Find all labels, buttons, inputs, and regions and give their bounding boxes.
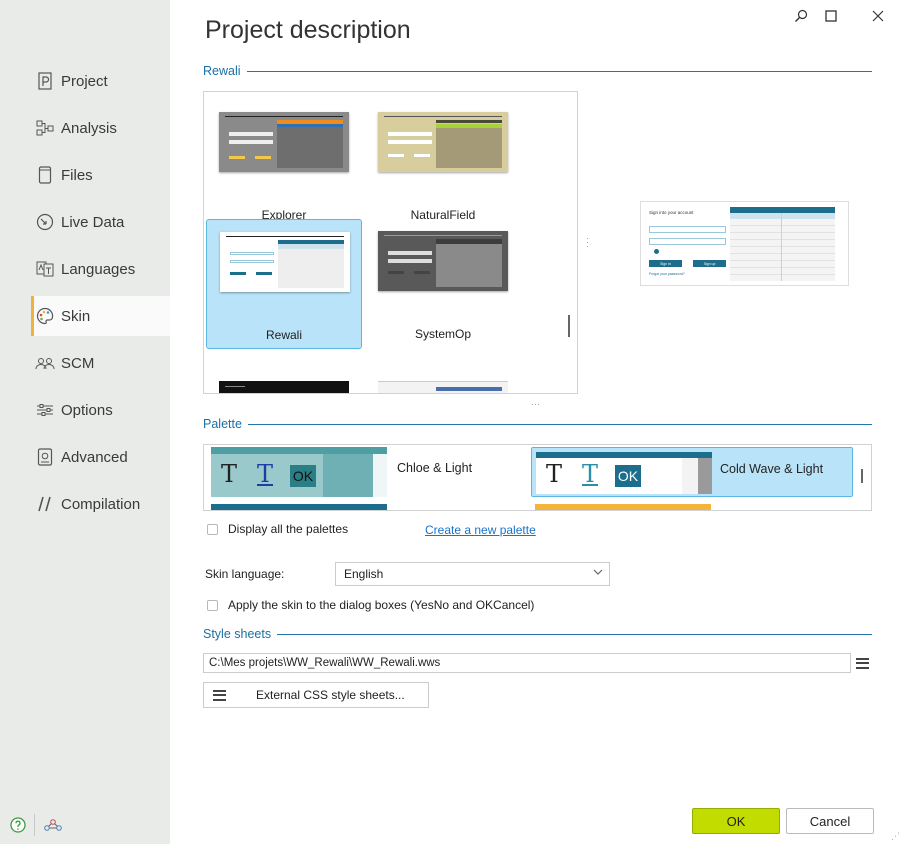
skin-list-scrollbar[interactable]: [568, 315, 570, 337]
sidebar-item-languages[interactable]: Languages: [34, 249, 170, 289]
palette-item-cold-wave-light[interactable]: T T OK Cold Wave & Light: [531, 447, 853, 497]
sidebar-item-compilation[interactable]: Compilation: [34, 484, 170, 524]
checkbox-box[interactable]: [207, 599, 218, 611]
sidebar-item-label: Options: [61, 401, 113, 419]
live-data-icon: [34, 213, 56, 231]
sidebar-item-files[interactable]: Files: [34, 155, 170, 195]
network-icon[interactable]: [44, 816, 62, 834]
palette-item-chloe-light[interactable]: T T OK Chloe & Light: [211, 447, 529, 497]
footer-divider: [34, 814, 35, 836]
checkbox-label: Apply the skin to the dialog boxes (YesN…: [228, 598, 535, 612]
splitter-grip[interactable]: · · ·: [586, 234, 589, 251]
sidebar-item-project[interactable]: Project: [34, 61, 170, 101]
options-icon: [34, 403, 56, 417]
skin-item-rewali[interactable]: Rewali: [206, 219, 362, 349]
skin-section-header: Rewali: [203, 63, 872, 79]
skin-list[interactable]: Explorer NaturalField Rewali SystemOp: [203, 91, 578, 394]
skin-item-naturalfield[interactable]: NaturalField: [365, 100, 521, 230]
skin-item-systemop[interactable]: SystemOp: [365, 219, 521, 349]
files-icon: [34, 166, 56, 184]
close-icon[interactable]: [868, 6, 888, 26]
preview-title: Sign into your account: [649, 210, 694, 215]
languages-icon: [34, 261, 56, 277]
maximize-icon[interactable]: [821, 6, 841, 26]
palette-section-header: Palette: [203, 416, 872, 432]
sidebar-item-label: Files: [61, 166, 93, 184]
sidebar-item-label: Project: [61, 72, 108, 90]
skin-palette-icon: [34, 307, 56, 325]
skin-item-explorer[interactable]: Explorer: [206, 100, 362, 230]
sidebar-item-label: Compilation: [61, 495, 141, 513]
palette-swatch: T T OK: [536, 452, 712, 494]
sidebar-item-label: Advanced: [61, 448, 128, 466]
checkbox-box[interactable]: [207, 523, 218, 535]
help-icon[interactable]: [9, 816, 27, 834]
skin-thumbnail: [378, 112, 508, 172]
palette-name: Cold Wave & Light: [720, 462, 824, 476]
preview-forgot-link: Forgot your password?: [649, 272, 685, 276]
ok-button[interactable]: OK: [692, 808, 780, 834]
skin-language-select[interactable]: English: [335, 562, 610, 586]
skin-thumbnail: [378, 231, 508, 291]
sidebar-item-label: SCM: [61, 354, 95, 372]
palette-list[interactable]: T T OK Chloe & Light T T OK Cold Wave & …: [203, 444, 872, 511]
sidebar-item-skin[interactable]: Skin: [31, 296, 170, 336]
project-description-dialog: Project Analysis Files Live Data Languag…: [0, 0, 902, 844]
sidebar-item-scm[interactable]: SCM: [34, 343, 170, 383]
style-sheet-path-field[interactable]: C:\Mes projets\WW_Rewali\WW_Rewali.wws: [203, 653, 851, 673]
create-palette-link[interactable]: Create a new palette: [425, 523, 536, 537]
page-title: Project description: [205, 16, 411, 44]
external-css-label: External CSS style sheets...: [256, 688, 405, 702]
palette-swatch-partial[interactable]: [535, 504, 711, 510]
skin-thumbnail-partial[interactable]: [378, 381, 508, 393]
menu-icon: [204, 689, 234, 701]
compilation-icon: [34, 495, 56, 513]
sidebar-item-advanced[interactable]: Advanced: [34, 437, 170, 477]
palette-name: Chloe & Light: [397, 461, 473, 475]
skin-section-title: Rewali: [203, 64, 241, 78]
external-css-button[interactable]: External CSS style sheets...: [203, 682, 429, 708]
sidebar-item-live-data[interactable]: Live Data: [34, 202, 170, 242]
analysis-icon: [34, 120, 56, 136]
style-sheets-section-header: Style sheets: [203, 626, 872, 642]
palette-scrollbar[interactable]: [861, 469, 863, 483]
skin-language-label: Skin language:: [205, 567, 285, 581]
sidebar-item-label: Languages: [61, 260, 136, 278]
cancel-button[interactable]: Cancel: [786, 808, 874, 834]
sidebar-item-analysis[interactable]: Analysis: [34, 108, 170, 148]
chevron-down-icon: [593, 567, 603, 580]
style-sheets-section-title: Style sheets: [203, 627, 272, 641]
project-icon: [34, 72, 56, 90]
skin-thumbnail-partial[interactable]: [219, 381, 349, 393]
skin-name: SystemOp: [414, 327, 471, 341]
sidebar: Project Analysis Files Live Data Languag…: [0, 0, 170, 844]
selected-value: English: [344, 567, 384, 581]
skin-name: Rewali: [265, 328, 302, 342]
sidebar-item-options[interactable]: Options: [34, 390, 170, 430]
display-all-palettes-checkbox[interactable]: Display all the palettes: [207, 522, 348, 536]
search-icon[interactable]: [791, 6, 811, 26]
preview-register-button: Sign up: [693, 260, 726, 267]
advanced-icon: [34, 448, 56, 466]
preview-login-button: Sign in: [649, 260, 682, 267]
palette-swatch: T T OK: [211, 447, 387, 497]
resize-grip[interactable]: ···: [531, 399, 540, 409]
palette-section-title: Palette: [203, 417, 242, 431]
sidebar-item-label: Skin: [61, 307, 91, 325]
skin-preview: Sign into your account Sign in Sign up F…: [640, 201, 849, 286]
skin-thumbnail: [219, 112, 349, 172]
sidebar-item-label: Live Data: [61, 213, 125, 231]
checkbox-label: Display all the palettes: [228, 522, 349, 536]
menu-icon[interactable]: [852, 653, 872, 673]
scm-icon: [34, 356, 56, 370]
skin-thumbnail: [220, 232, 350, 292]
palette-swatch-partial[interactable]: [211, 504, 387, 510]
sidebar-item-label: Analysis: [61, 119, 117, 137]
resize-grip[interactable]: ⋰: [891, 831, 900, 842]
apply-dialogs-checkbox[interactable]: Apply the skin to the dialog boxes (YesN…: [207, 598, 534, 612]
